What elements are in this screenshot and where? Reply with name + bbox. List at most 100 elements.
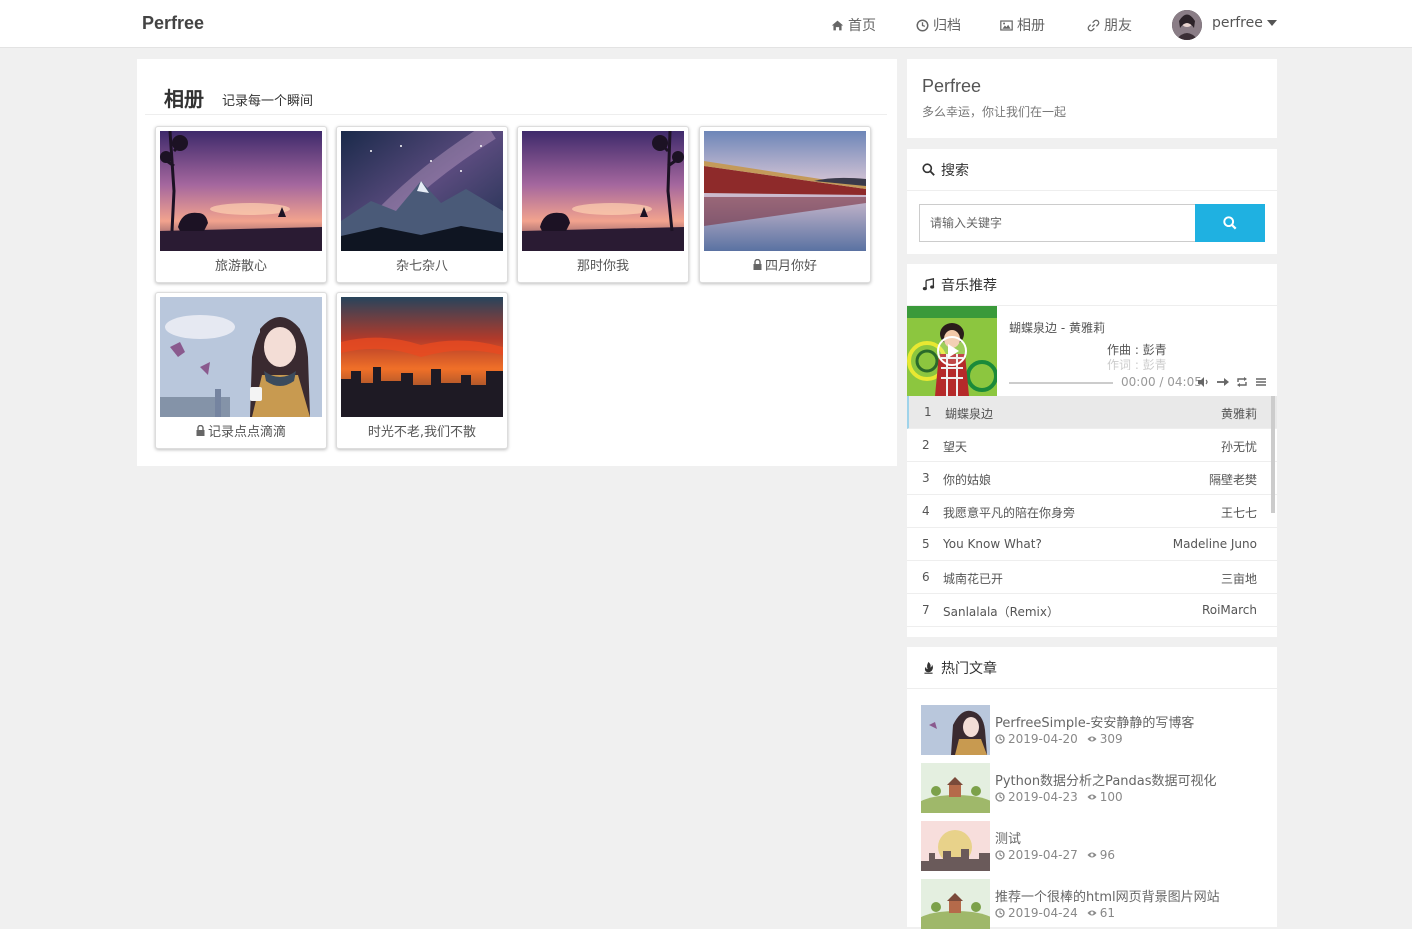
clock-icon bbox=[995, 792, 1005, 802]
playlist-item[interactable]: 6 城南花已开 三亩地 bbox=[907, 561, 1277, 594]
hot-post-item[interactable]: Python数据分析之Pandas数据可视化 2019-04-23 100 bbox=[921, 763, 1266, 813]
hot-posts-panel: 热门文章 PerfreeSimple-安安静静的写博客 2019-04-20 3… bbox=[907, 647, 1277, 929]
volume-icon[interactable] bbox=[1197, 376, 1209, 388]
nav-friends[interactable]: 朋友 bbox=[1087, 15, 1132, 35]
progress-bar[interactable] bbox=[1009, 382, 1113, 384]
post-meta: 2019-04-27 96 bbox=[995, 848, 1115, 862]
nav-home[interactable]: 首页 bbox=[831, 15, 876, 35]
playlist-item[interactable]: 3 你的姑娘 隔壁老樊 bbox=[907, 462, 1277, 495]
top-navbar: Perfree 首页 归档 相册 朋友 perfree bbox=[0, 0, 1412, 48]
site-title: Perfree bbox=[922, 76, 982, 96]
post-thumbnail bbox=[921, 879, 990, 929]
search-button[interactable] bbox=[1195, 204, 1265, 242]
search-icon bbox=[1223, 216, 1237, 230]
hot-posts-heading: 热门文章 bbox=[941, 660, 997, 677]
album-card[interactable]: 旅游散心 bbox=[155, 126, 327, 283]
avatar[interactable] bbox=[1172, 10, 1202, 40]
album-card[interactable]: 那时你我 bbox=[517, 126, 689, 283]
album-card-label: 四月你好 bbox=[700, 255, 870, 274]
album-cover bbox=[341, 131, 503, 251]
post-views: 96 bbox=[1099, 848, 1116, 862]
album-cover bbox=[341, 297, 503, 417]
post-thumbnail bbox=[921, 705, 990, 755]
post-date: 2019-04-24 bbox=[1008, 906, 1078, 920]
eye-icon bbox=[1087, 852, 1097, 858]
album-card-label: 时光不老,我们不散 bbox=[367, 425, 477, 440]
user-menu[interactable]: perfree bbox=[1212, 15, 1277, 31]
clock-icon bbox=[916, 18, 929, 32]
post-title[interactable]: 推荐一个很棒的html网页背景图片网站 bbox=[995, 886, 1220, 905]
image-icon bbox=[1000, 19, 1013, 31]
now-playing-title: 蝴蝶泉边 - 黄雅莉 bbox=[1009, 321, 1105, 335]
album-card-label: 那时你我 bbox=[576, 259, 629, 274]
album-card-label: 杂七杂八 bbox=[395, 259, 448, 274]
search-heading: 搜索 bbox=[941, 162, 969, 179]
post-title[interactable]: 测试 bbox=[995, 828, 1021, 847]
nav-friends-label: 朋友 bbox=[1104, 18, 1132, 34]
nav-archive-label: 归档 bbox=[933, 18, 961, 34]
music-player: 蝴蝶泉边 - 黄雅莉 作曲 : 彭青 作词 : 彭青 00:00 / 04:05 bbox=[907, 306, 1277, 396]
album-cover bbox=[704, 131, 866, 251]
chevron-down-icon bbox=[1266, 20, 1277, 26]
eye-icon bbox=[1087, 794, 1097, 800]
site-info-panel: Perfree 多么幸运，你让我们在一起 bbox=[907, 59, 1277, 138]
album-card[interactable]: 杂七杂八 bbox=[336, 126, 508, 283]
album-art[interactable] bbox=[907, 306, 997, 396]
playlist: 1 蝴蝶泉边 黄雅莉 2 望天 孙无忧 3 你的姑娘 隔壁老樊 4 我愿意平凡的陪在你身旁 王七… bbox=[907, 396, 1277, 627]
loop-icon[interactable] bbox=[1236, 376, 1248, 388]
clock-icon bbox=[995, 734, 1005, 744]
brand-logo[interactable]: Perfree bbox=[142, 13, 204, 34]
post-meta: 2019-04-23 100 bbox=[995, 790, 1123, 804]
menu-icon[interactable] bbox=[1255, 376, 1267, 388]
search-icon bbox=[922, 163, 935, 176]
music-heading: 音乐推荐 bbox=[941, 277, 997, 294]
hot-post-item[interactable]: 推荐一个很棒的html网页背景图片网站 2019-04-24 61 bbox=[921, 879, 1266, 929]
album-card[interactable]: 记录点点滴滴 bbox=[155, 292, 327, 449]
hot-post-item[interactable]: PerfreeSimple-安安静静的写博客 2019-04-20 309 bbox=[921, 705, 1266, 755]
search-header: 搜索 bbox=[907, 149, 1277, 191]
eye-icon bbox=[1087, 736, 1097, 742]
album-card-label: 记录点点滴滴 bbox=[156, 421, 326, 440]
album-cover bbox=[522, 131, 684, 251]
playlist-item[interactable]: 4 我愿意平凡的陪在你身旁 王七七 bbox=[907, 495, 1277, 528]
lyric-line: 作词 : 彭青 bbox=[1107, 358, 1167, 370]
playlist-scrollbar[interactable] bbox=[1271, 396, 1275, 513]
hot-post-item[interactable]: 测试 2019-04-27 96 bbox=[921, 821, 1266, 871]
post-meta: 2019-04-20 309 bbox=[995, 732, 1123, 746]
search-input[interactable] bbox=[919, 204, 1195, 242]
album-panel: 相册 记录每一个瞬间 旅游散心 杂七杂八 那时你我 四月你好 记录点点滴滴 时光… bbox=[137, 59, 897, 466]
album-header: 相册 记录每一个瞬间 bbox=[145, 79, 887, 115]
playlist-item[interactable]: 2 望天 孙无忧 bbox=[907, 429, 1277, 462]
order-icon[interactable] bbox=[1216, 376, 1230, 388]
playlist-item[interactable]: 7 Sanlalala（Remix） RoiMarch bbox=[907, 594, 1277, 627]
post-views: 61 bbox=[1099, 906, 1116, 920]
site-subtitle: 多么幸运，你让我们在一起 bbox=[922, 105, 1067, 119]
search-panel: 搜索 bbox=[907, 149, 1277, 254]
clock-icon bbox=[995, 908, 1005, 918]
post-meta: 2019-04-24 61 bbox=[995, 906, 1115, 920]
post-date: 2019-04-23 bbox=[1008, 790, 1078, 804]
user-name-label: perfree bbox=[1212, 15, 1263, 31]
album-cover bbox=[160, 297, 322, 417]
nav-archive[interactable]: 归档 bbox=[916, 15, 961, 35]
nav-home-label: 首页 bbox=[848, 18, 876, 34]
post-title[interactable]: PerfreeSimple-安安静静的写博客 bbox=[995, 712, 1194, 731]
playlist-item[interactable]: 5 You Know What? Madeline Juno bbox=[907, 528, 1277, 561]
post-thumbnail bbox=[921, 821, 990, 871]
album-card-label: 旅游散心 bbox=[214, 259, 267, 274]
fire-icon bbox=[924, 661, 933, 674]
lock-icon bbox=[196, 425, 205, 436]
post-title[interactable]: Python数据分析之Pandas数据可视化 bbox=[995, 770, 1217, 789]
playlist-item[interactable]: 1 蝴蝶泉边 黄雅莉 bbox=[907, 396, 1277, 429]
album-card[interactable]: 四月你好 bbox=[699, 126, 871, 283]
hot-posts-header: 热门文章 bbox=[907, 647, 1277, 689]
avatar-image bbox=[1172, 10, 1202, 40]
post-views: 100 bbox=[1099, 790, 1123, 804]
page-subtitle: 记录每一个瞬间 bbox=[222, 94, 314, 109]
post-date: 2019-04-20 bbox=[1008, 732, 1078, 746]
page-title: 相册 bbox=[164, 87, 204, 111]
nav-album[interactable]: 相册 bbox=[1000, 15, 1045, 35]
music-panel: 音乐推荐 蝴蝶泉边 - 黄雅莉 作曲 : 彭青 作词 : 彭青 00:00 / … bbox=[907, 264, 1277, 637]
play-time: 00:00 / 04:05 bbox=[1121, 375, 1202, 389]
album-card[interactable]: 时光不老,我们不散 bbox=[336, 292, 508, 449]
